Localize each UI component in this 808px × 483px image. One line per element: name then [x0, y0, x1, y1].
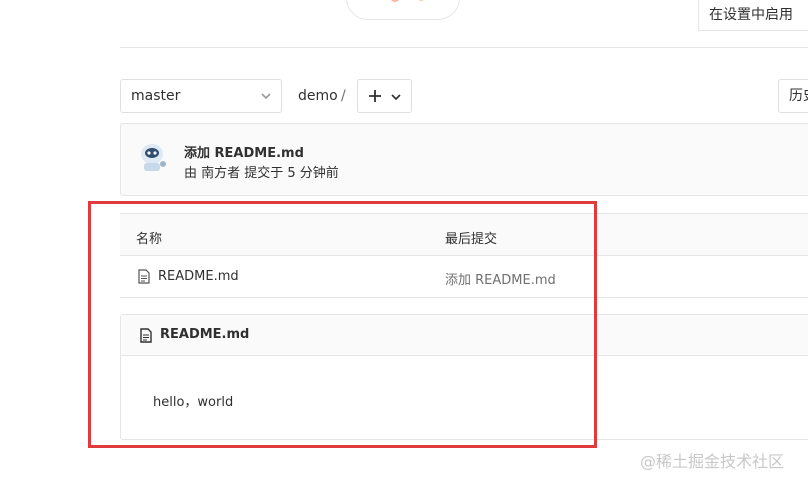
readme-panel: README.md hello，world	[120, 314, 808, 440]
file-icon	[138, 269, 150, 284]
table-row[interactable]: README.md 添加 README.md	[120, 256, 808, 298]
commit-meta: 由 南方者 提交于 5 分钟前	[184, 166, 339, 181]
table-header: 名称 最后提交	[120, 214, 808, 256]
file-table: 名称 最后提交 README.md 添加 README.md	[120, 213, 808, 298]
branch-select-value: master	[131, 88, 181, 104]
commit-title[interactable]: 添加 README.md	[184, 142, 304, 161]
file-last-commit-link[interactable]: 添加 README.md	[445, 269, 556, 288]
breadcrumb-separator: /	[341, 88, 346, 104]
chevron-down-icon	[391, 94, 401, 101]
plus-icon	[369, 90, 381, 102]
branch-select[interactable]: master	[120, 79, 282, 113]
add-file-dropdown-button[interactable]	[357, 79, 412, 113]
top-divider	[120, 47, 808, 48]
chevron-down-icon	[261, 93, 271, 100]
readme-content: hello，world	[153, 395, 234, 410]
last-commit-panel: 添加 README.md 由 南方者 提交于 5 分钟前	[120, 123, 808, 196]
column-header-name: 名称	[136, 232, 163, 247]
readme-header: README.md	[121, 315, 808, 356]
top-logo-badge	[346, 0, 460, 20]
file-name-link[interactable]: README.md	[158, 269, 239, 284]
mascot-icon	[391, 0, 424, 2]
watermark: @稀土掘金技术社区	[640, 452, 785, 471]
history-button[interactable]: 历史	[778, 79, 808, 113]
breadcrumb-root[interactable]: demo	[298, 88, 338, 104]
avatar[interactable]	[135, 138, 171, 174]
enable-in-settings-button[interactable]: 在设置中启用	[698, 0, 808, 31]
readme-title: README.md	[160, 327, 250, 342]
column-header-last-commit: 最后提交	[445, 232, 498, 247]
file-icon	[140, 328, 152, 343]
